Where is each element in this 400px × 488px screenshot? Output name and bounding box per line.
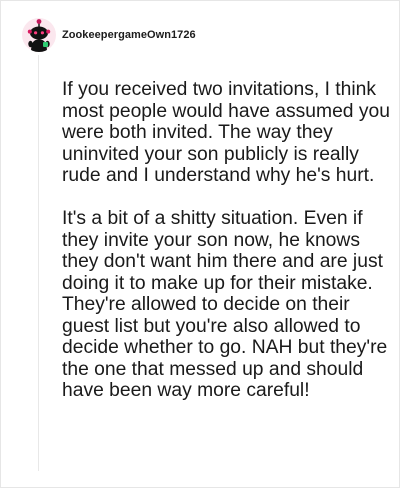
comment-header: ZookeepergameOwn1726: [22, 17, 196, 53]
comment-card: ZookeepergameOwn1726 If you received two…: [0, 0, 400, 488]
comment-body: If you received two invitations, I think…: [62, 79, 392, 402]
comment-paragraph: It's a bit of a shitty situation. Even i…: [62, 208, 388, 401]
comment-paragraph: If you received two invitations, I think…: [62, 79, 390, 186]
comment-author-username[interactable]: ZookeepergameOwn1726: [62, 29, 196, 41]
snoo-avatar-icon: [27, 19, 51, 52]
thread-line[interactable]: [38, 55, 39, 471]
avatar[interactable]: [22, 18, 56, 52]
